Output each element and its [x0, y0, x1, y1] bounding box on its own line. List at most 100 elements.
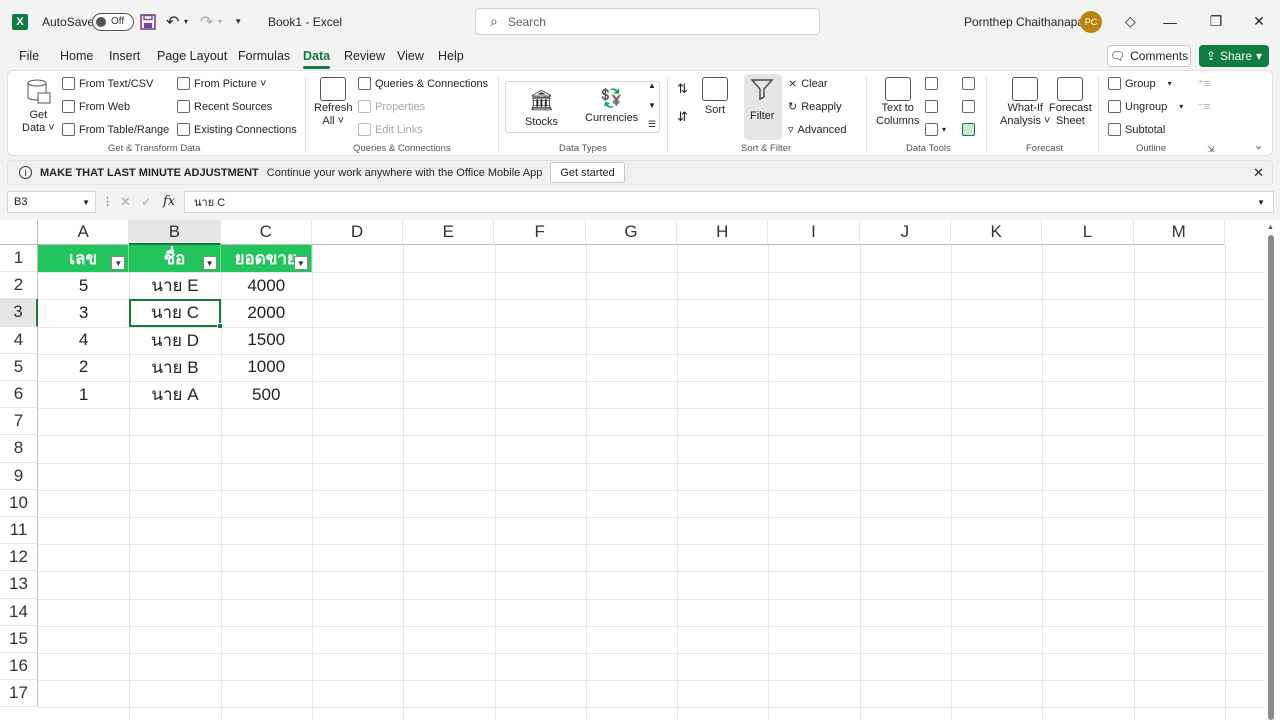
- column-header-i[interactable]: I: [768, 220, 860, 245]
- cell-a3[interactable]: 3: [38, 299, 129, 326]
- recent-sources-button[interactable]: Recent Sources: [177, 100, 272, 113]
- text-to-columns-button[interactable]: Text to Columns: [876, 77, 919, 127]
- select-all-corner[interactable]: [0, 220, 38, 245]
- cell-b6[interactable]: นาย A: [129, 381, 220, 408]
- row-header-13[interactable]: 13: [0, 571, 38, 599]
- row-header-7[interactable]: 7: [0, 408, 38, 436]
- row-header-17[interactable]: 17: [0, 680, 38, 708]
- cell-a6[interactable]: 1: [38, 381, 129, 408]
- tab-home[interactable]: Home: [60, 49, 93, 63]
- column-header-m[interactable]: M: [1133, 220, 1225, 245]
- worksheet-grid[interactable]: A B C D E F G H I J K L M 1 2 3 4 5 6 7 8 9 10 11 12 13 14 15 16 17 เล…: [0, 220, 1280, 720]
- cell-c3[interactable]: 2000: [221, 299, 312, 326]
- column-header-l[interactable]: L: [1042, 220, 1134, 245]
- scroll-up-icon[interactable]: ▲: [1267, 224, 1274, 231]
- consolidate-icon[interactable]: [962, 77, 975, 90]
- close-icon[interactable]: ✕: [1249, 0, 1269, 43]
- row-header-16[interactable]: 16: [0, 653, 38, 681]
- comments-button[interactable]: 🗨 Comments: [1107, 45, 1191, 67]
- redo-icon[interactable]: ↷: [200, 0, 218, 43]
- flash-fill-icon[interactable]: [925, 77, 938, 90]
- cancel-icon[interactable]: ✕: [120, 194, 131, 210]
- column-header-c[interactable]: C: [220, 220, 312, 245]
- row-header-5[interactable]: 5: [0, 353, 38, 381]
- get-started-button[interactable]: Get started: [550, 162, 625, 183]
- cell-c6[interactable]: 500: [221, 381, 312, 408]
- column-header-g[interactable]: G: [585, 220, 678, 245]
- collapse-ribbon-icon[interactable]: ⌄: [1254, 139, 1263, 152]
- from-picture-button[interactable]: From Picture ˅: [177, 77, 266, 90]
- what-if-analysis-button[interactable]: What-If Analysis ˅: [1000, 77, 1050, 127]
- column-header-a[interactable]: A: [38, 220, 130, 245]
- expand-formula-icon[interactable]: ▼: [1257, 198, 1265, 207]
- row-header-4[interactable]: 4: [0, 326, 38, 354]
- forecast-sheet-button[interactable]: Forecast Sheet: [1049, 77, 1092, 127]
- tab-formulas[interactable]: Formulas: [238, 49, 290, 63]
- row-header-8[interactable]: 8: [0, 435, 38, 463]
- row-header-11[interactable]: 11: [0, 517, 38, 545]
- show-detail-icon[interactable]: ⁺≡: [1198, 77, 1210, 90]
- redo-dropdown-icon[interactable]: ▾: [218, 0, 226, 43]
- close-message-icon[interactable]: ✕: [1253, 165, 1264, 181]
- filter-button[interactable]: Filter: [750, 77, 774, 122]
- cell-b5[interactable]: นาย B: [129, 354, 220, 381]
- relationships-icon[interactable]: [962, 100, 975, 113]
- gallery-more-icon[interactable]: ☰: [648, 119, 656, 130]
- vertical-scrollbar[interactable]: ▲: [1264, 220, 1280, 720]
- scroll-thumb[interactable]: [1268, 235, 1274, 720]
- gallery-up-icon[interactable]: ▲: [648, 81, 656, 90]
- row-header-15[interactable]: 15: [0, 625, 38, 653]
- data-model-icon[interactable]: [962, 123, 975, 136]
- filter-dropdown-icon[interactable]: ▼: [202, 256, 217, 270]
- row-header-10[interactable]: 10: [0, 489, 38, 517]
- from-web-button[interactable]: From Web: [62, 100, 130, 113]
- currencies-button[interactable]: 💱 Currencies: [585, 88, 638, 124]
- cell-a2[interactable]: 5: [38, 272, 129, 299]
- autosave-toggle[interactable]: Off: [92, 0, 134, 43]
- tab-review[interactable]: Review: [344, 49, 385, 63]
- column-header-b[interactable]: B: [129, 220, 221, 245]
- row-header-6[interactable]: 6: [0, 381, 38, 409]
- row-header-2[interactable]: 2: [0, 272, 38, 300]
- column-header-j[interactable]: J: [859, 220, 951, 245]
- undo-icon[interactable]: ↶: [166, 0, 184, 43]
- subtotal-button[interactable]: Subtotal: [1108, 123, 1165, 136]
- customize-toolbar-icon[interactable]: ▾: [236, 0, 246, 43]
- cell-c5[interactable]: 1000: [221, 354, 312, 381]
- existing-connections-button[interactable]: Existing Connections: [177, 123, 297, 136]
- row-header-12[interactable]: 12: [0, 544, 38, 572]
- ungroup-button[interactable]: Ungroup ▾: [1108, 100, 1183, 113]
- enter-icon[interactable]: ✓: [141, 194, 152, 210]
- column-header-k[interactable]: K: [951, 220, 1043, 245]
- clear-filter-button[interactable]: ⨯ Clear: [788, 77, 828, 91]
- tab-help[interactable]: Help: [438, 49, 464, 63]
- advanced-filter-button[interactable]: ▿ Advanced: [788, 123, 846, 137]
- filter-dropdown-icon[interactable]: ▼: [293, 256, 308, 270]
- undo-dropdown-icon[interactable]: ▾: [184, 0, 192, 43]
- premium-diamond-icon[interactable]: ◇: [1125, 0, 1141, 43]
- column-header-d[interactable]: D: [311, 220, 404, 245]
- avatar[interactable]: PC: [1080, 11, 1102, 33]
- restore-icon[interactable]: ❐: [1206, 0, 1226, 43]
- save-icon[interactable]: [140, 0, 158, 43]
- hide-detail-icon[interactable]: ⁻≡: [1198, 100, 1210, 113]
- refresh-all-button[interactable]: Refresh All ˅: [314, 77, 353, 127]
- tab-page-layout[interactable]: Page Layout: [157, 49, 227, 63]
- cell-b4[interactable]: นาย D: [129, 327, 220, 354]
- edit-links-button[interactable]: Edit Links: [358, 123, 423, 136]
- row-header-14[interactable]: 14: [0, 598, 38, 626]
- cell-a4[interactable]: 4: [38, 327, 129, 354]
- get-data-button[interactable]: Get Data ˅: [22, 77, 55, 134]
- share-button[interactable]: ⇪ Share ▾: [1199, 45, 1269, 67]
- dialog-launcher-icon[interactable]: ⇲: [1207, 144, 1215, 155]
- tab-insert[interactable]: Insert: [109, 49, 140, 63]
- sort-button[interactable]: Sort: [702, 77, 728, 116]
- search-input[interactable]: ⌕ Search: [475, 8, 820, 35]
- sort-ascending-icon[interactable]: ⇅: [677, 81, 688, 97]
- tab-file[interactable]: File: [19, 49, 39, 63]
- cell-b2[interactable]: นาย E: [129, 272, 220, 299]
- formula-input[interactable]: นาย C ▼: [184, 191, 1274, 213]
- sort-descending-icon[interactable]: ⇵: [677, 109, 688, 125]
- remove-duplicates-icon[interactable]: [925, 100, 938, 113]
- cell-c4[interactable]: 1500: [221, 327, 312, 354]
